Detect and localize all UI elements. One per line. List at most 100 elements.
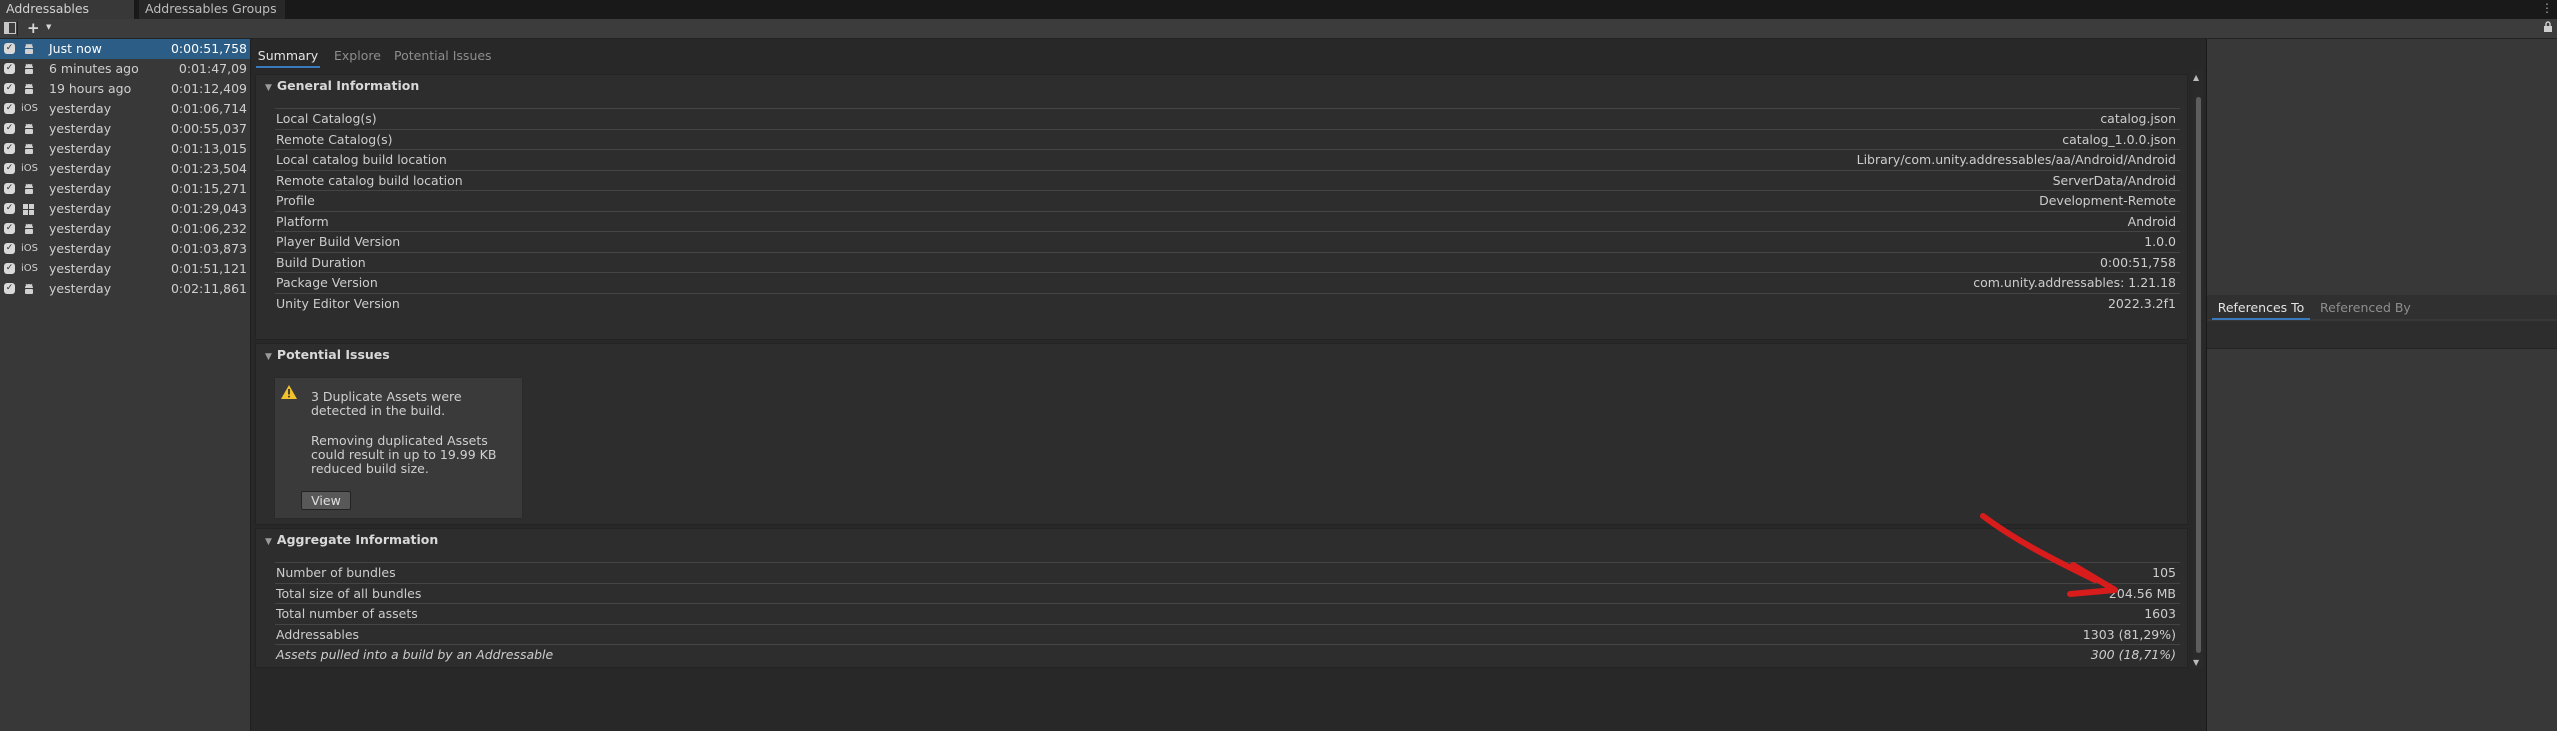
build-row[interactable]: ✓ iOS yesterday 0:01:23,504: [0, 159, 250, 179]
info-key: Total size of all bundles: [276, 585, 422, 601]
collapse-triangle-icon[interactable]: ▼: [265, 346, 272, 368]
build-time-ago: yesterday: [49, 141, 112, 156]
checkbox-icon[interactable]: ✓: [4, 243, 15, 254]
build-duration: 0:01:29,043: [170, 201, 247, 216]
build-row[interactable]: ✓ iOS yesterday 0:01:03,873: [0, 239, 250, 259]
build-duration: 0:01:12,409: [170, 81, 247, 96]
checkbox-icon[interactable]: ✓: [4, 203, 15, 214]
build-time-ago: yesterday: [49, 261, 112, 276]
info-key: Package Version: [276, 275, 378, 290]
windows-icon: [23, 204, 34, 215]
tab-addressables-groups[interactable]: Addressables Groups: [139, 0, 285, 19]
checkbox-icon[interactable]: ✓: [4, 263, 15, 274]
checkbox-icon[interactable]: ✓: [4, 143, 15, 154]
build-row[interactable]: ✓ yesterday 0:01:15,271: [0, 179, 250, 199]
build-row[interactable]: ✓ iOS yesterday 0:01:51,121: [0, 259, 250, 279]
lock-icon[interactable]: [2543, 21, 2553, 33]
build-time-ago: yesterday: [49, 101, 112, 116]
scroll-up-icon[interactable]: ▲: [2193, 73, 2199, 82]
info-row: Assets pulled into a build by an Address…: [275, 644, 2180, 665]
checkbox-icon[interactable]: ✓: [4, 83, 15, 94]
kebab-icon[interactable]: ⋮: [2541, 1, 2553, 15]
info-key: Local catalog build location: [276, 152, 447, 167]
info-value: catalog_1.0.0.json: [2062, 131, 2176, 147]
build-row[interactable]: ✓ yesterday 0:01:13,015: [0, 139, 250, 159]
warning-icon: [281, 385, 297, 399]
build-duration: 0:01:13,015: [170, 141, 247, 156]
checkbox-icon[interactable]: ✓: [4, 123, 15, 134]
ios-icon: iOS: [21, 263, 38, 274]
build-row[interactable]: ✓ 6 minutes ago 0:01:47,09: [0, 59, 250, 79]
checkbox-icon[interactable]: ✓: [4, 43, 15, 54]
info-key: Player Build Version: [276, 234, 401, 249]
info-key: Total number of assets: [276, 606, 418, 621]
tab-references-to[interactable]: References To: [2212, 297, 2310, 320]
build-time-ago: yesterday: [49, 181, 112, 196]
aggregate-information-section: ▼ Aggregate Information Number of bundles…: [255, 528, 2188, 668]
add-icon[interactable]: +: [27, 19, 40, 37]
build-time-ago: yesterday: [49, 221, 112, 236]
tab-potential-issues[interactable]: Potential Issues: [394, 46, 492, 66]
build-row[interactable]: ✓ 19 hours ago 0:01:12,409: [0, 79, 250, 99]
info-value: com.unity.addressables: 1.21.18: [1973, 275, 2176, 290]
build-duration: 0:01:06,232: [170, 221, 247, 236]
scroll-down-icon[interactable]: ▼: [2193, 658, 2199, 667]
android-icon: [25, 143, 33, 154]
build-duration: 0:01:23,504: [170, 161, 247, 176]
tab-referenced-by[interactable]: Referenced By: [2320, 297, 2411, 318]
build-duration: 0:01:03,873: [170, 241, 247, 256]
warning-text-line: detected in the build.: [311, 403, 446, 418]
build-time-ago: 6 minutes ago: [49, 61, 139, 76]
tab-summary[interactable]: Summary: [256, 46, 320, 68]
collapse-triangle-icon[interactable]: ▼: [265, 77, 272, 99]
scrollbar-thumb[interactable]: [2196, 97, 2201, 653]
tab-explore[interactable]: Explore: [334, 46, 381, 66]
info-value: Library/com.unity.addressables/aa/Androi…: [1856, 152, 2176, 167]
warning-text-line: reduced build size.: [311, 461, 429, 476]
window-tab-strip: Addressables Report Addressables Groups: [0, 0, 2557, 33]
info-row: Profile Development-Remote: [275, 190, 2180, 211]
android-icon: [25, 183, 33, 194]
info-row: Addressables 1303 (81,29%): [275, 623, 2180, 645]
checkbox-icon[interactable]: ✓: [4, 63, 15, 74]
layout-icon[interactable]: [4, 22, 16, 34]
info-value: 1303 (81,29%): [2082, 626, 2176, 642]
view-duplicates-button[interactable]: View: [301, 491, 351, 510]
info-value: ServerData/Android: [2052, 172, 2176, 188]
build-row[interactable]: ✓ yesterday 0:01:06,232: [0, 219, 250, 239]
info-row: Platform Android: [275, 210, 2180, 232]
info-value: Development-Remote: [2039, 193, 2176, 208]
build-row[interactable]: ✓ yesterday 0:00:55,037: [0, 119, 250, 139]
checkbox-icon[interactable]: ✓: [4, 103, 15, 114]
build-time-ago: yesterday: [49, 121, 112, 136]
info-key: Profile: [276, 193, 315, 208]
build-row[interactable]: ✓ yesterday 0:01:29,043: [0, 199, 250, 219]
collapse-triangle-icon[interactable]: ▼: [265, 531, 272, 553]
android-icon: [25, 123, 33, 134]
android-icon: [25, 283, 33, 294]
potential-issues-section: ▼ Potential Issues: [255, 343, 2188, 525]
checkbox-icon[interactable]: ✓: [4, 223, 15, 234]
general-information-header[interactable]: ▼ General Information: [256, 75, 419, 97]
dropdown-icon[interactable]: ▼: [46, 23, 51, 31]
info-value: 105: [2152, 565, 2176, 580]
references-pane: [2207, 39, 2557, 731]
info-key: Platform: [276, 213, 329, 229]
toolbar: + ▼: [0, 19, 2557, 39]
info-row: Remote Catalog(s) catalog_1.0.0.json: [275, 128, 2180, 150]
build-row[interactable]: ✓ Just now 0:00:51,758: [0, 39, 250, 59]
checkbox-icon[interactable]: ✓: [4, 163, 15, 174]
build-duration: 0:02:11,861: [170, 281, 247, 296]
checkbox-icon[interactable]: ✓: [4, 183, 15, 194]
info-row: Build Duration 0:00:51,758: [275, 251, 2180, 273]
info-row: Local Catalog(s) catalog.json: [275, 108, 2180, 129]
checkbox-icon[interactable]: ✓: [4, 283, 15, 294]
build-row[interactable]: ✓ iOS yesterday 0:01:06,714: [0, 99, 250, 119]
build-time-ago: Just now: [49, 41, 102, 56]
info-value: 2022.3.2f1: [2107, 295, 2176, 311]
build-duration: 0:01:47,09: [178, 61, 247, 76]
aggregate-information-header[interactable]: ▼ Aggregate Information: [256, 529, 438, 551]
tab-addressables-report[interactable]: Addressables Report: [0, 0, 134, 33]
potential-issues-header[interactable]: ▼ Potential Issues: [256, 344, 390, 366]
build-row[interactable]: ✓ yesterday 0:02:11,861: [0, 279, 250, 299]
